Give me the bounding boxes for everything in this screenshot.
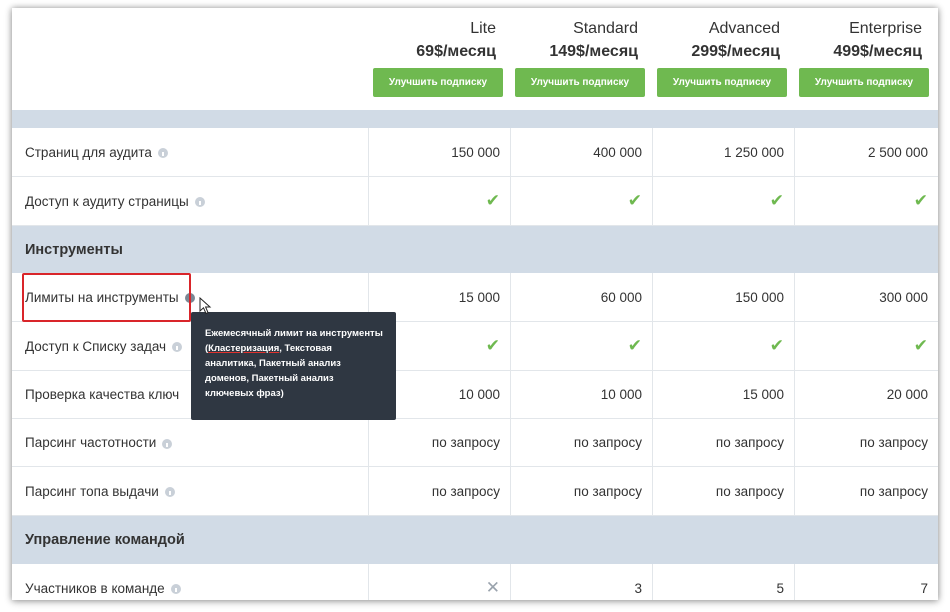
cell-advanced: по запросу [652, 467, 794, 515]
table-row-audit-pages: Страниц для аудита 150 000 400 000 1 250… [12, 128, 938, 177]
cell-enterprise: 300 000 [794, 273, 938, 321]
info-icon[interactable] [172, 342, 183, 352]
upgrade-enterprise-button[interactable]: Улучшить подписку [799, 68, 929, 97]
plans-header: Lite 69$/месяц Улучшить подписку Standar… [12, 8, 938, 110]
check-icon: ✔ [913, 191, 928, 210]
check-icon: ✔ [769, 336, 784, 355]
row-label: Проверка качества ключ [25, 371, 179, 418]
cell-standard: 400 000 [510, 128, 652, 176]
pricing-comparison-frame: Lite 69$/месяц Улучшить подписку Standar… [12, 8, 938, 600]
check-icon: ✔ [769, 191, 784, 210]
row-label-text: Доступ к аудиту страницы [25, 193, 189, 209]
info-icon[interactable] [162, 438, 173, 449]
row-label-text: Проверка качества ключ [25, 387, 180, 402]
info-icon[interactable] [164, 487, 175, 497]
cell-enterprise: по запросу [794, 419, 938, 466]
cell-advanced: 15 000 [652, 371, 794, 418]
check-icon: ✔ [485, 191, 500, 210]
row-label-text: Парсинг частотности [25, 435, 157, 450]
cell-lite: по запросу [368, 419, 510, 466]
row-label-text: Лимиты на инструменты [25, 289, 179, 305]
check-icon: ✔ [627, 336, 642, 355]
plan-advanced: Advanced 299$/месяц Улучшить подписку [652, 8, 792, 110]
section-band [12, 110, 938, 128]
cell-enterprise: ✔ [794, 177, 938, 225]
plan-price: 149$/месяц [549, 43, 638, 60]
cell-advanced: ✔ [652, 177, 794, 225]
section-header-tools: Инструменты [12, 226, 938, 273]
check-icon: ✔ [627, 191, 642, 210]
row-label: Парсинг частотности [25, 419, 173, 466]
table-row-keyword-quality: Проверка качества ключ 10 000 10 000 15 … [12, 371, 938, 419]
row-label: Доступ к Списку задач [25, 322, 183, 370]
row-label: Участников в команде [25, 564, 181, 600]
row-label: Парсинг топа выдачи [25, 467, 175, 515]
plan-enterprise: Enterprise 499$/месяц Улучшить подписку [794, 8, 934, 110]
cell-advanced: 5 [652, 564, 794, 600]
table-row-serp-parsing: Парсинг топа выдачи по запросу по запрос… [12, 467, 938, 516]
cell-standard: 3 [510, 564, 652, 600]
table-row-task-list-access: Доступ к Списку задач ✔ ✔ ✔ ✔ [12, 322, 938, 371]
section-header-team: Управление командой [12, 516, 938, 564]
cell-enterprise: по запросу [794, 467, 938, 515]
table-row-tool-limits: Лимиты на инструменты 15 000 60 000 150 … [12, 273, 938, 322]
cell-enterprise: ✔ [794, 322, 938, 370]
cell-enterprise: 20 000 [794, 371, 938, 418]
row-label-text: Страниц для аудита [25, 144, 152, 160]
plan-name: Enterprise [849, 20, 922, 37]
plan-price: 69$/месяц [416, 43, 496, 60]
cell-advanced: по запросу [652, 419, 794, 466]
plan-name: Lite [470, 20, 496, 37]
cell-lite: ✕ [368, 564, 510, 600]
cell-standard: ✔ [510, 177, 652, 225]
check-icon: ✔ [485, 336, 500, 355]
row-label-text: Доступ к Списку задач [25, 338, 167, 354]
tooltip-text-highlight: Кластеризация [208, 343, 280, 354]
mouse-cursor-icon [199, 297, 212, 315]
check-icon: ✔ [913, 336, 928, 355]
cell-standard: 10 000 [510, 371, 652, 418]
info-icon[interactable] [194, 197, 205, 207]
info-icon[interactable] [157, 148, 168, 158]
row-label: Страниц для аудита [25, 128, 168, 176]
cell-standard: 60 000 [510, 273, 652, 321]
info-icon[interactable] [184, 293, 195, 303]
cell-advanced: 1 250 000 [652, 128, 794, 176]
row-label: Доступ к аудиту страницы [25, 177, 205, 225]
plan-standard: Standard 149$/месяц Улучшить подписку [510, 8, 650, 110]
table-row-team-members: Участников в команде ✕ 3 5 7 [12, 564, 938, 600]
plan-name: Advanced [708, 20, 780, 37]
table-row-frequency-parsing: Парсинг частотности по запросу по запрос… [12, 419, 938, 467]
plan-name: Standard [573, 20, 638, 37]
cell-enterprise: 7 [794, 564, 938, 600]
plan-lite: Lite 69$/месяц Улучшить подписку [368, 8, 508, 110]
upgrade-advanced-button[interactable]: Улучшить подписку [657, 68, 787, 97]
row-label: Лимиты на инструменты [25, 273, 195, 321]
cell-lite: по запросу [368, 467, 510, 515]
row-label-text: Участников в команде [25, 580, 165, 596]
cell-lite: ✔ [368, 177, 510, 225]
cell-standard: по запросу [510, 467, 652, 515]
cell-lite: 150 000 [368, 128, 510, 176]
cell-advanced: 150 000 [652, 273, 794, 321]
info-icon[interactable] [170, 584, 181, 594]
table-row-page-audit-access: Доступ к аудиту страницы ✔ ✔ ✔ ✔ [12, 177, 938, 226]
cell-advanced: ✔ [652, 322, 794, 370]
cell-standard: по запросу [510, 419, 652, 466]
cell-standard: ✔ [510, 322, 652, 370]
row-label-text: Парсинг топа выдачи [25, 483, 159, 499]
plan-price: 499$/месяц [833, 43, 922, 60]
cell-enterprise: 2 500 000 [794, 128, 938, 176]
upgrade-lite-button[interactable]: Улучшить подписку [373, 68, 503, 97]
upgrade-standard-button[interactable]: Улучшить подписку [515, 68, 645, 97]
plan-price: 299$/месяц [691, 43, 780, 60]
tooltip: Ежемесячный лимит на инструменты (Класте… [191, 312, 396, 420]
cross-icon: ✕ [485, 578, 500, 597]
